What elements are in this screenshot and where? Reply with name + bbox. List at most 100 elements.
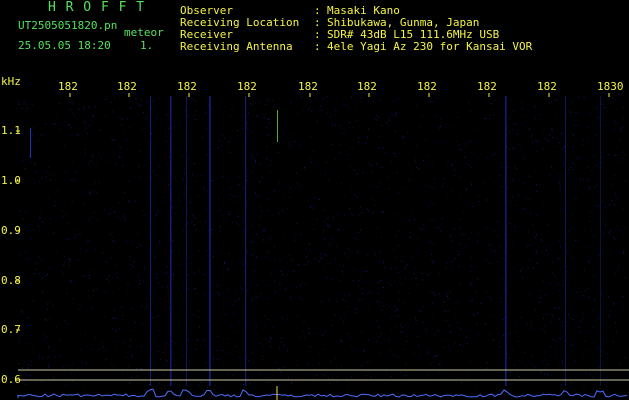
noise-speck: [278, 367, 280, 369]
noise-speck: [575, 198, 577, 200]
noise-speck: [442, 142, 444, 143]
noise-speck: [483, 181, 485, 183]
noise-speck: [521, 102, 523, 104]
noise-speck: [28, 156, 30, 158]
noise-speck: [41, 381, 43, 383]
noise-speck: [568, 168, 570, 170]
noise-speck: [410, 232, 411, 234]
noise-speck: [353, 169, 355, 171]
noise-speck: [410, 173, 412, 175]
noise-speck: [345, 132, 347, 134]
noise-speck: [603, 106, 605, 108]
noise-speck: [232, 221, 233, 223]
noise-speck: [461, 381, 462, 383]
noise-speck: [190, 263, 192, 265]
noise-speck: [255, 192, 257, 194]
noise-speck: [146, 115, 148, 117]
noise-speck: [334, 314, 336, 316]
noise-speck: [92, 156, 94, 158]
noise-speck: [331, 278, 333, 280]
noise-speck: [395, 235, 397, 237]
noise-speck: [246, 128, 248, 130]
noise-speck: [451, 190, 452, 192]
noise-speck: [323, 230, 325, 232]
noise-speck: [433, 291, 435, 293]
noise-speck: [47, 364, 49, 366]
noise-speck: [295, 286, 297, 288]
noise-speck: [413, 268, 415, 270]
noise-speck: [259, 374, 261, 375]
noise-speck: [502, 319, 504, 321]
noise-speck: [179, 264, 180, 266]
noise-speck: [205, 344, 207, 346]
noise-speck: [513, 181, 515, 182]
noise-speck: [238, 298, 240, 300]
noise-speck: [551, 166, 552, 168]
noise-speck: [179, 201, 181, 203]
noise-speck: [390, 349, 391, 351]
noise-speck: [431, 302, 433, 304]
noise-speck: [249, 104, 251, 106]
noise-speck: [393, 248, 395, 250]
noise-speck: [625, 357, 627, 359]
noise-speck: [282, 133, 284, 135]
noise-speck: [235, 346, 237, 348]
noise-speck: [434, 178, 435, 180]
noise-speck: [361, 288, 363, 290]
noise-speck: [322, 334, 324, 336]
noise-speck: [94, 337, 96, 339]
noise-speck: [89, 297, 91, 299]
noise-speck: [490, 250, 492, 252]
noise-speck: [462, 345, 464, 347]
noise-speck: [371, 170, 373, 172]
noise-speck: [273, 105, 275, 107]
noise-speck: [570, 381, 572, 383]
noise-speck: [344, 214, 346, 216]
noise-speck: [110, 101, 112, 103]
noise-speck: [72, 113, 74, 114]
noise-speck: [84, 153, 86, 155]
noise-speck: [438, 273, 440, 275]
noise-speck: [152, 100, 154, 102]
noise-speck: [539, 290, 541, 291]
noise-speck: [622, 106, 624, 108]
noise-speck: [473, 205, 475, 207]
x-tick-label: 182: [298, 80, 318, 93]
noise-speck: [80, 305, 82, 307]
noise-speck: [445, 319, 447, 321]
noise-speck: [90, 160, 92, 162]
noise-speck: [103, 316, 105, 318]
noise-speck: [266, 284, 268, 286]
noise-speck: [417, 238, 419, 239]
noise-speck: [112, 318, 114, 320]
noise-speck: [422, 115, 423, 117]
noise-speck: [114, 317, 115, 319]
noise-speck: [401, 331, 403, 333]
noise-speck: [501, 186, 503, 188]
noise-speck: [93, 289, 94, 291]
noise-speck: [78, 134, 80, 136]
noise-speck: [433, 203, 435, 205]
noise-speck: [569, 176, 571, 178]
noise-speck: [600, 162, 602, 164]
noise-speck: [264, 230, 266, 232]
noise-speck: [491, 154, 493, 156]
noise-speck: [579, 295, 581, 297]
noise-speck: [194, 288, 196, 290]
noise-speck: [422, 228, 423, 230]
noise-speck: [225, 313, 227, 315]
noise-speck: [356, 251, 358, 253]
noise-speck: [124, 218, 125, 220]
noise-speck: [118, 202, 120, 204]
noise-speck: [388, 176, 390, 178]
noise-speck: [388, 340, 390, 342]
noise-speck: [381, 236, 382, 238]
noise-speck: [507, 210, 509, 212]
noise-speck: [66, 238, 68, 240]
noise-speck: [394, 115, 396, 117]
noise-speck: [457, 254, 459, 256]
noise-speck: [345, 313, 347, 315]
noise-speck: [62, 216, 64, 218]
noise-speck: [93, 212, 95, 214]
noise-speck: [574, 359, 576, 361]
